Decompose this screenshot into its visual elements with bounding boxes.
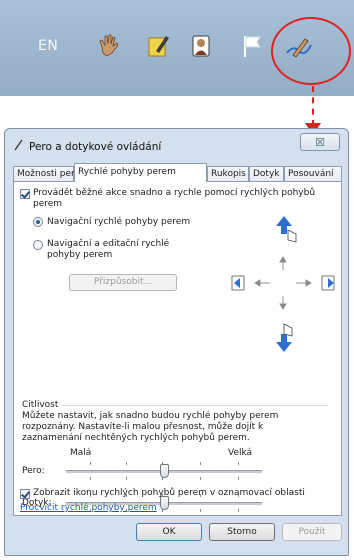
- pen-slider-tick: [126, 477, 127, 480]
- flicks-enable-checkbox[interactable]: [20, 189, 30, 199]
- flick-up-icon: [276, 216, 297, 243]
- title-bar[interactable]: Pero a dotykové ovládání ☒: [5, 129, 348, 159]
- customize-button[interactable]: Přizpůsobit...: [69, 274, 177, 291]
- flicks-enable-label: Provádět běžné akce snadno a rychle pomo…: [33, 188, 316, 209]
- sensitivity-high-label: Velká: [228, 448, 253, 458]
- ok-button[interactable]: OK: [136, 523, 202, 541]
- tab-touch[interactable]: Dotyk: [249, 166, 284, 181]
- language-indicator[interactable]: EN: [38, 38, 58, 54]
- flag-icon[interactable]: [240, 33, 264, 59]
- radio-navigation-editing-label: Navigační a editační rychlé pohyby perem: [47, 239, 170, 260]
- pen-slider-tick: [238, 462, 239, 465]
- show-icon-checkbox[interactable]: [20, 489, 30, 499]
- taskbar: EN: [0, 0, 354, 96]
- sensitivity-low-label: Malá: [70, 448, 92, 458]
- pen-slider-thumb[interactable]: [159, 464, 169, 478]
- sensitivity-desc-2: rozpoznány. Nastavíte-li malou přesnost,…: [22, 422, 264, 432]
- pen-slider-tick: [90, 477, 91, 480]
- sensitivity-title: Citlivost: [22, 400, 62, 411]
- flick-down-icon: [276, 323, 293, 352]
- direction-arrows: [254, 256, 312, 310]
- touch-slider-tick: [200, 509, 201, 512]
- pen-slider-tick: [90, 462, 91, 465]
- flick-right-icon: [321, 275, 335, 291]
- sensitivity-desc-1: Můžete nastavit, jak snadno budou rychlé…: [22, 411, 279, 421]
- radio-navigation-editing[interactable]: [33, 240, 43, 250]
- flick-left-icon: [231, 275, 245, 291]
- close-icon: ☒: [315, 136, 325, 149]
- flick-diagram: [231, 216, 335, 352]
- cancel-button[interactable]: Storno: [209, 523, 275, 541]
- pen-slider-tick: [238, 477, 239, 480]
- tab-handwriting[interactable]: Rukopis: [207, 166, 249, 181]
- pointer-arrow-line: [312, 86, 314, 126]
- tablet-user-icon[interactable]: [189, 33, 213, 59]
- practice-link[interactable]: Procvičit rychlé pohyby perem: [20, 503, 157, 513]
- tab-panning[interactable]: Posouvání: [284, 166, 342, 181]
- close-button[interactable]: ☒: [300, 133, 340, 151]
- dialog-title: Pero a dotykové ovládání: [29, 141, 162, 153]
- show-icon-label: Zobrazit ikonu rychlých pohybů perem v o…: [33, 488, 305, 498]
- pen-icon: [14, 139, 24, 154]
- tab-pen-options[interactable]: Možnosti pera: [13, 166, 80, 181]
- touch-slider-tick: [238, 509, 239, 512]
- sensitivity-desc-3: zaznamenání nechtěných rychlých pohybů p…: [22, 433, 250, 443]
- highlight-circle: [271, 17, 351, 85]
- apply-button[interactable]: Použít: [282, 523, 342, 541]
- pen-slider-tick: [200, 477, 201, 480]
- pen-slider-label: Pero:: [22, 466, 45, 476]
- hand-icon[interactable]: [97, 33, 121, 59]
- note-pencil-icon[interactable]: [146, 33, 170, 59]
- pen-slider-tick: [200, 462, 201, 465]
- radio-navigation-label: Navigační rychlé pohyby perem: [47, 217, 191, 227]
- pen-touch-dialog: Pero a dotykové ovládání ☒ Možnosti pera…: [4, 128, 349, 556]
- flicks-panel: Provádět běžné akce snadno a rychle pomo…: [13, 181, 342, 516]
- radio-navigation[interactable]: [33, 217, 43, 227]
- group-divider: [26, 405, 328, 406]
- pen-slider-tick: [126, 462, 127, 465]
- tab-pen-flicks[interactable]: Rychlé pohyby perem: [74, 163, 207, 182]
- pen-sensitivity-slider[interactable]: [66, 460, 262, 482]
